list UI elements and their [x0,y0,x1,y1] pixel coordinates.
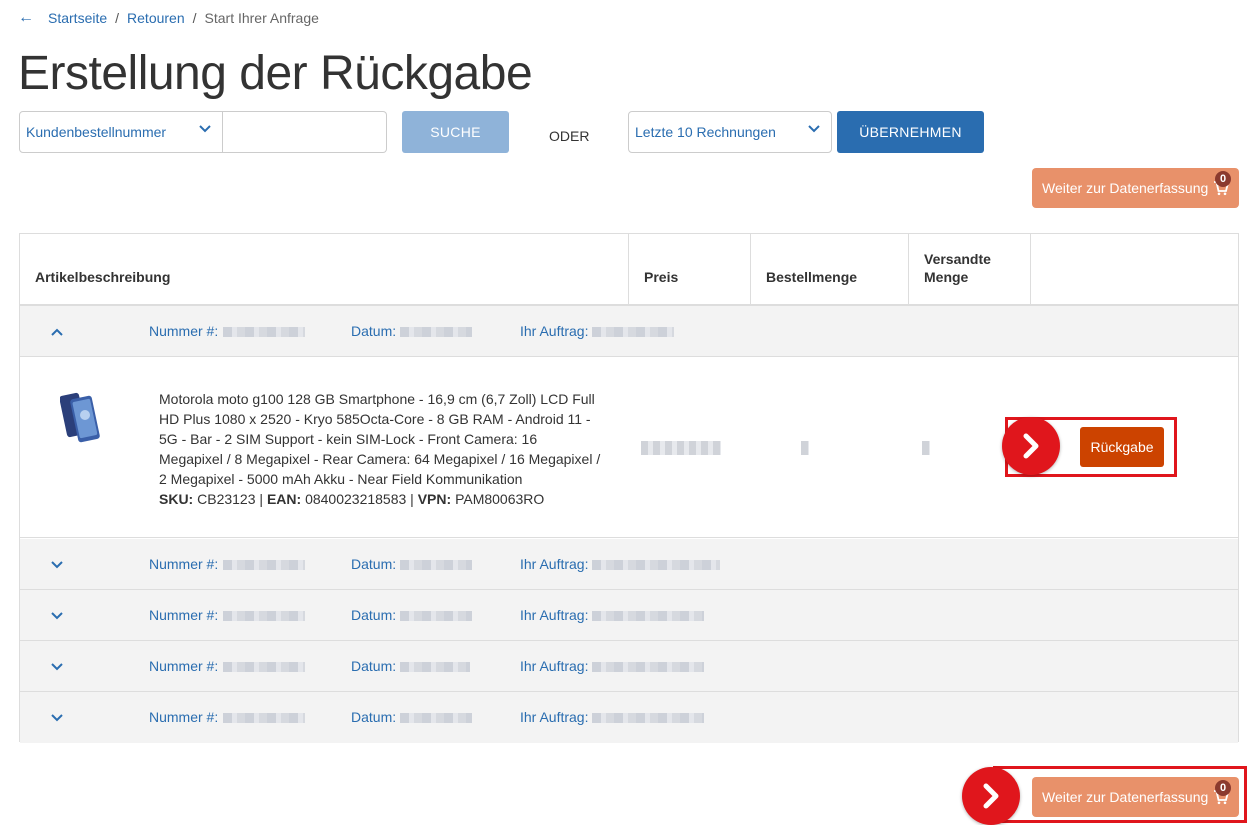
order-value-redacted [592,327,674,337]
arrow-right-icon [1002,417,1060,475]
search-type-select[interactable]: Kundenbestellnummer [19,111,223,153]
order-label: Ihr Auftrag: [520,607,589,623]
vpn-value: PAM80063RO [455,491,545,507]
proceed-to-data-entry-button[interactable]: Weiter zur Datenerfassung 0 [1032,777,1239,817]
date-value-redacted [400,611,472,621]
order-items-table: Artikelbeschreibung Preis Bestellmenge V… [19,233,1239,743]
table-row[interactable]: Nummer #: Datum: Ihr Auftrag: [20,692,1238,743]
order-value-redacted [592,713,704,723]
order-value-redacted [592,611,704,621]
product-description: Motorola moto g100 128 GB Smartphone - 1… [159,391,601,507]
header-description: Artikelbeschreibung [20,234,629,304]
date-value-redacted [400,662,470,672]
table-header: Artikelbeschreibung Preis Bestellmenge V… [20,234,1238,306]
table-row[interactable]: Nummer #: Datum: Ihr Auftrag: [20,590,1238,641]
number-value-redacted [223,662,305,672]
ordered-qty-redacted [801,441,809,455]
ean-value: 0840023218583 [305,491,407,507]
product-image [60,392,100,443]
search-type-value: Kundenbestellnummer [26,124,167,140]
breadcrumb-separator: / [115,10,120,26]
header-shipped-qty: Versandte Menge [909,234,1031,304]
sku-value: CB23123 [197,491,256,507]
chevron-down-icon[interactable] [49,659,65,675]
return-button[interactable]: Rückgabe [1080,427,1164,467]
number-label: Nummer #: [149,658,219,674]
product-description-text: Motorola moto g100 128 GB Smartphone - 1… [159,391,601,487]
number-label: Nummer #: [149,709,219,725]
number-value-redacted [223,560,305,570]
number-value-redacted [223,327,305,337]
price-value-redacted [641,441,721,455]
invoice-select-value: Letzte 10 Rechnungen [635,124,776,140]
date-label: Datum: [351,709,397,725]
breadcrumb-retouren[interactable]: Retouren [127,10,185,26]
chevron-down-icon[interactable] [49,557,65,573]
header-price: Preis [629,234,751,304]
cart-count-badge: 0 [1215,780,1231,796]
order-label: Ihr Auftrag: [520,556,589,572]
proceed-label: Weiter zur Datenerfassung [1042,180,1209,196]
invoice-select[interactable]: Letzte 10 Rechnungen [628,111,832,153]
date-value-redacted [400,713,472,723]
chevron-up-icon[interactable] [49,324,65,340]
date-value-redacted [400,560,472,570]
number-label: Nummer #: [149,323,219,339]
table-row[interactable]: Nummer #: Datum: Ihr Auftrag: [20,539,1238,590]
page-title: Erstellung der Rückgabe [18,47,533,100]
table-row[interactable]: Nummer #: Datum: Ihr Auftrag: [20,641,1238,692]
cart-count-badge: 0 [1215,171,1231,187]
number-value-redacted [223,611,305,621]
order-label: Ihr Auftrag: [520,658,589,674]
chevron-down-icon[interactable] [49,608,65,624]
vpn-label: VPN: [417,491,452,507]
table-row: Motorola moto g100 128 GB Smartphone - 1… [20,357,1238,538]
chevron-down-icon [808,125,820,133]
date-value-redacted [400,327,472,337]
number-value-redacted [223,713,305,723]
date-label: Datum: [351,658,397,674]
date-label: Datum: [351,556,397,572]
header-actions [1031,234,1238,304]
breadcrumb-startseite[interactable]: Startseite [48,10,107,26]
number-label: Nummer #: [149,607,219,623]
order-label: Ihr Auftrag: [520,323,589,339]
breadcrumb-separator: / [192,10,197,26]
breadcrumb-current: Start Ihrer Anfrage [204,10,319,26]
search-input[interactable] [223,111,387,153]
proceed-label: Weiter zur Datenerfassung [1042,789,1209,805]
header-ordered-qty: Bestellmenge [751,234,909,304]
or-label: ODER [549,128,590,144]
ean-label: EAN: [266,491,302,507]
breadcrumb: ← Startseite / Retouren / Start Ihrer An… [18,10,319,27]
number-label: Nummer #: [149,556,219,572]
order-value-redacted [592,662,704,672]
sku-label: SKU: [159,491,194,507]
order-label: Ihr Auftrag: [520,709,589,725]
shipped-qty-redacted [922,441,930,455]
proceed-to-data-entry-button[interactable]: Weiter zur Datenerfassung 0 [1032,168,1239,208]
date-label: Datum: [351,607,397,623]
search-button[interactable]: SUCHE [402,111,509,153]
chevron-down-icon[interactable] [49,710,65,726]
chevron-down-icon [199,125,211,133]
arrow-left-icon[interactable]: ← [18,10,34,26]
arrow-right-icon [962,767,1020,825]
order-value-redacted [592,560,720,570]
date-label: Datum: [351,323,397,339]
table-row[interactable]: Nummer #: Datum: Ihr Auftrag: [20,306,1238,357]
apply-button[interactable]: ÜBERNEHMEN [837,111,984,153]
